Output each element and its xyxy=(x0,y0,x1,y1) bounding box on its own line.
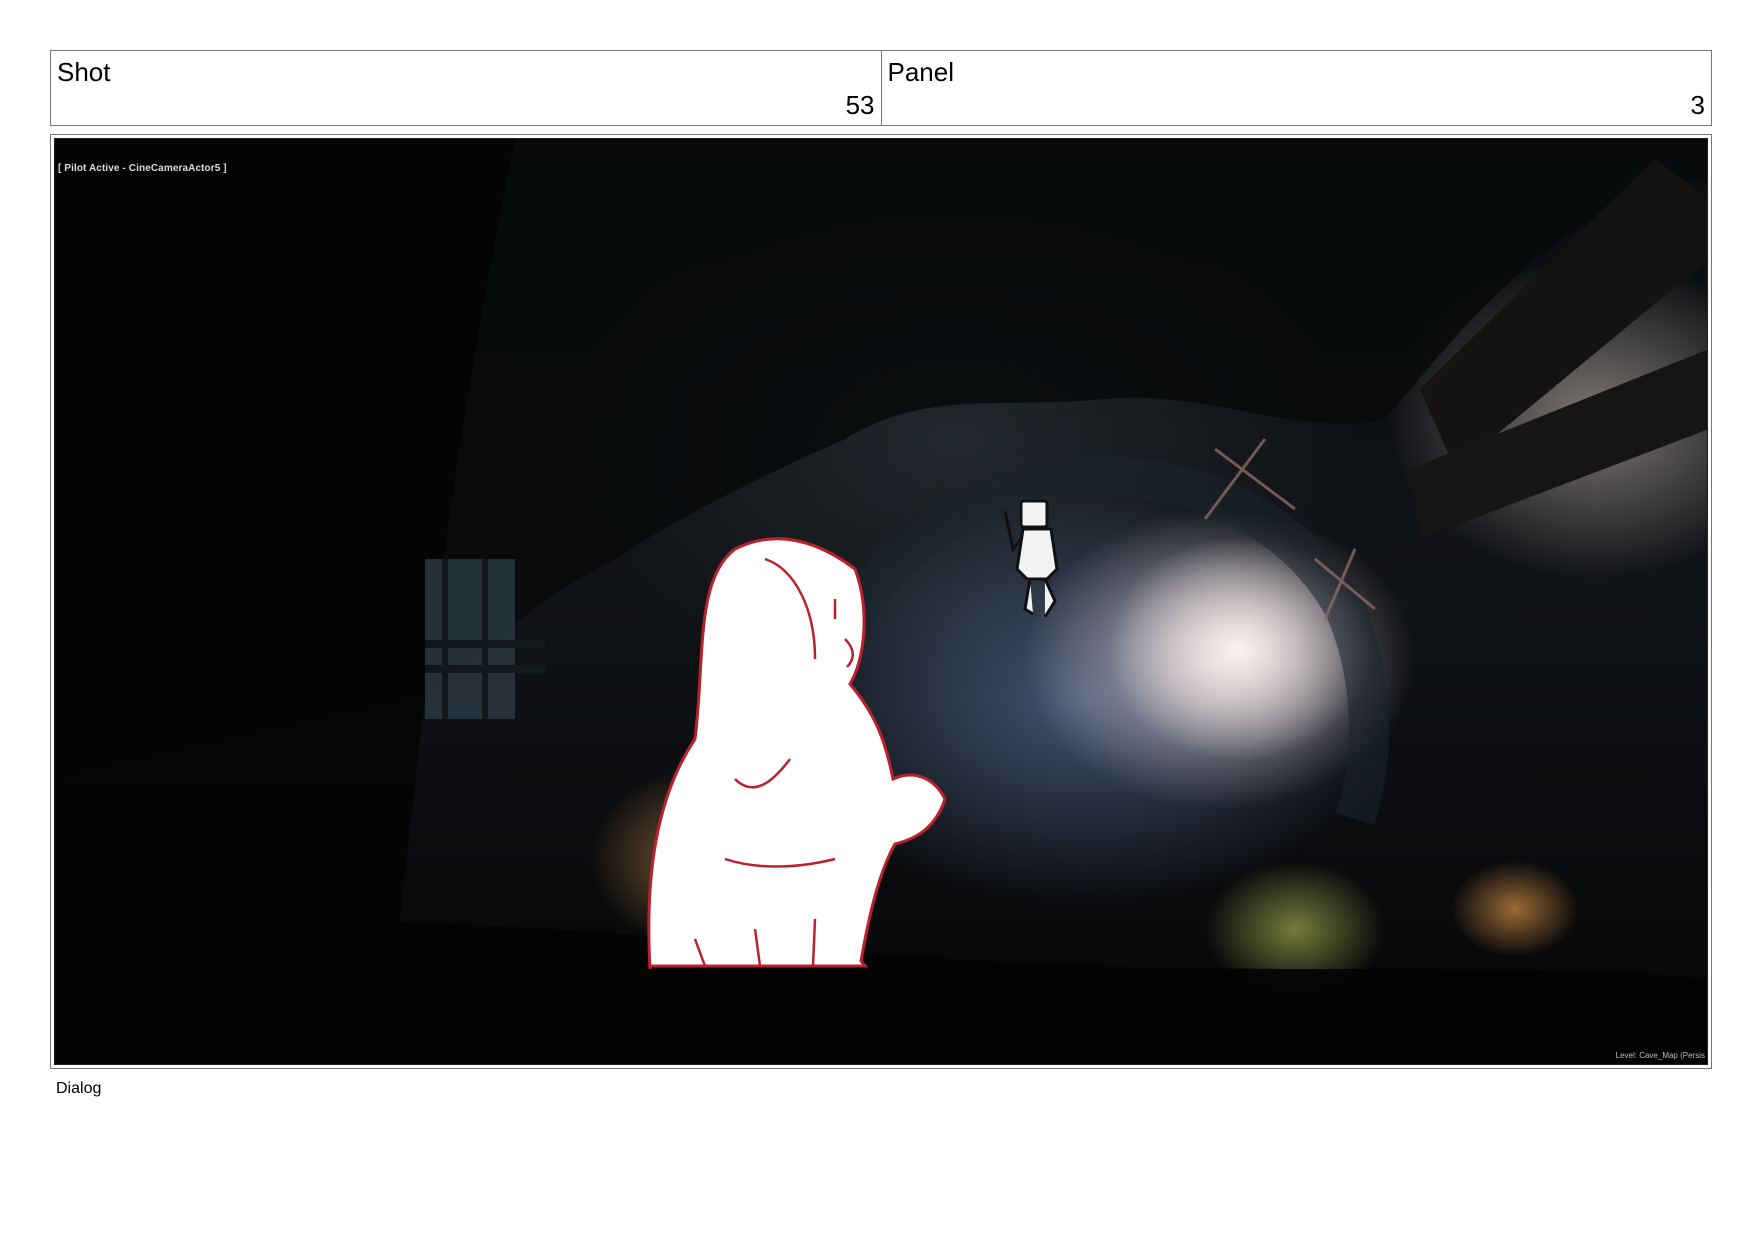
shot-label: Shot xyxy=(57,57,111,87)
level-name-readout: Level: Cave_Map (Persis xyxy=(1615,1051,1705,1060)
shot-number: 53 xyxy=(845,90,875,120)
cave-scene-drawing xyxy=(55,139,1707,1064)
panel-cell: Panel 3 xyxy=(880,51,1712,125)
shot-cell: Shot 53 xyxy=(51,51,881,125)
panel-label: Panel xyxy=(887,57,955,87)
shot-panel-header: Shot 53 Panel 3 xyxy=(50,50,1712,126)
storyboard-panel-image: [ Pilot Active - CineCameraActor5 ] Leve… xyxy=(54,138,1708,1065)
foreground-character-sketch xyxy=(647,537,947,970)
camera-pilot-status: [ Pilot Active - CineCameraActor5 ] xyxy=(58,163,227,174)
storyboard-panel-frame: [ Pilot Active - CineCameraActor5 ] Leve… xyxy=(50,134,1712,1069)
dialog-label: Dialog xyxy=(56,1080,102,1097)
distant-character-sketch xyxy=(1003,499,1059,618)
cave-floor-shadow xyxy=(55,921,1707,1064)
panel-number: 3 xyxy=(1690,90,1705,120)
